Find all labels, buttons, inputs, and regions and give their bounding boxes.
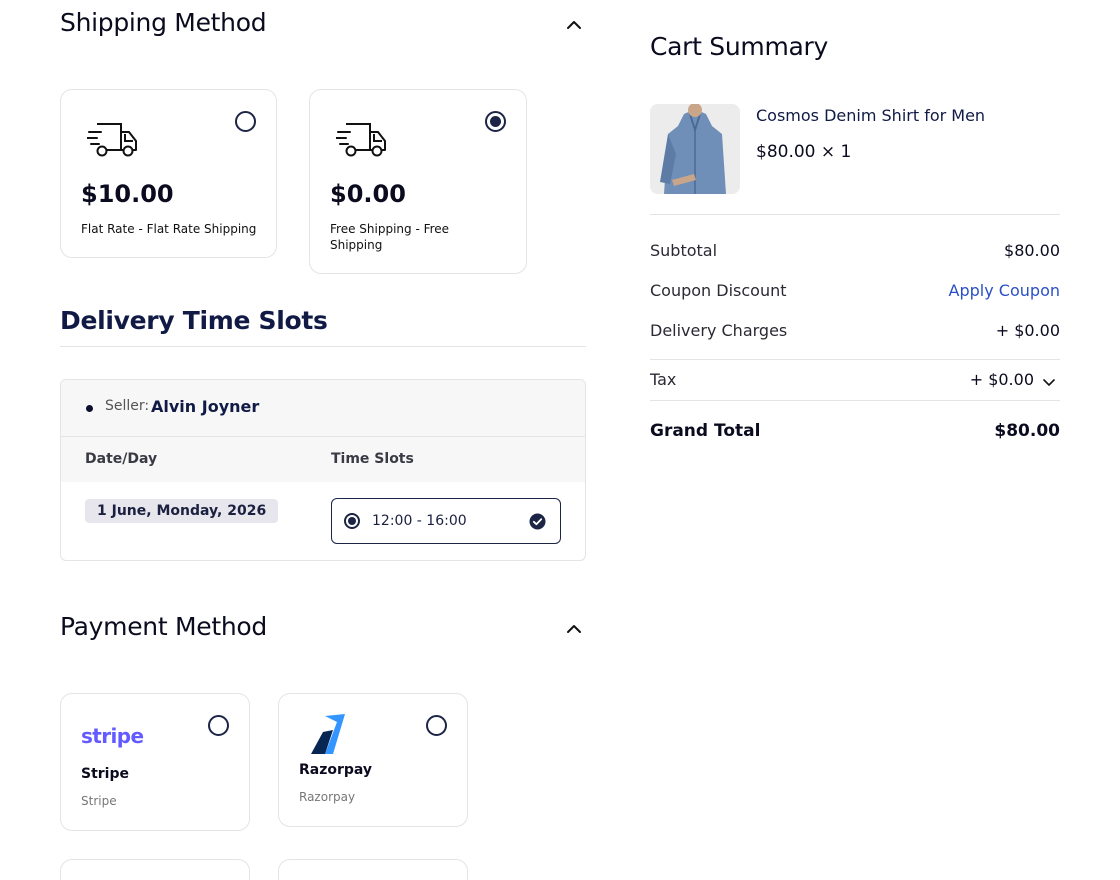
grand-total-label: Grand Total bbox=[650, 421, 761, 441]
chevron-down-icon[interactable] bbox=[1042, 374, 1056, 393]
chevron-up-icon[interactable] bbox=[562, 617, 586, 641]
time-slot-option[interactable]: 12:00 - 16:00 bbox=[331, 498, 561, 544]
shipping-option-flat-rate[interactable]: $10.00 Flat Rate - Flat Rate Shipping bbox=[60, 89, 277, 258]
subtotal-value: $80.00 bbox=[1004, 241, 1060, 260]
cart-summary-title: Cart Summary bbox=[650, 32, 829, 61]
slot-column-headers: Date/Day Time Slots bbox=[61, 437, 585, 482]
delivery-charges-value: + $0.00 bbox=[995, 321, 1060, 340]
shipping-label: Free Shipping - Free Shipping bbox=[330, 222, 450, 252]
divider bbox=[650, 400, 1060, 401]
check-circle-icon bbox=[529, 513, 546, 534]
product-image[interactable] bbox=[650, 104, 740, 194]
razorpay-logo bbox=[307, 714, 347, 760]
shipping-label: Flat Rate - Flat Rate Shipping bbox=[81, 222, 257, 236]
shipping-radio-selected[interactable] bbox=[485, 111, 506, 132]
seller-header: Seller: Alvin Joyner bbox=[61, 380, 585, 437]
shipping-method-title: Shipping Method bbox=[60, 8, 267, 37]
coupon-label: Coupon Discount bbox=[650, 281, 787, 300]
payment-option-stripe[interactable]: stripe Stripe Stripe bbox=[60, 693, 250, 831]
column-time-slots: Time Slots bbox=[331, 451, 414, 467]
date-chip: 1 June, Monday, 2026 bbox=[85, 499, 279, 523]
truck-icon bbox=[86, 120, 139, 164]
grand-total-value: $80.00 bbox=[994, 421, 1060, 441]
product-price-qty: $80.00 × 1 bbox=[756, 142, 852, 162]
tax-value: + $0.00 bbox=[969, 370, 1034, 389]
payment-option[interactable] bbox=[60, 859, 250, 880]
shipping-option-free[interactable]: $0.00 Free Shipping - Free Shipping bbox=[309, 89, 527, 274]
delivery-slots-table: Seller: Alvin Joyner Date/Day Time Slots… bbox=[60, 379, 586, 561]
apply-coupon-link[interactable]: Apply Coupon bbox=[949, 281, 1060, 300]
shipping-price: $0.00 bbox=[330, 180, 406, 208]
shipping-price: $10.00 bbox=[81, 180, 174, 208]
tax-label: Tax bbox=[650, 370, 677, 389]
column-date: Date/Day bbox=[85, 451, 158, 467]
divider bbox=[650, 214, 1060, 215]
payment-name: Stripe bbox=[81, 766, 129, 782]
payment-option-razorpay[interactable]: Razorpay Razorpay bbox=[278, 693, 468, 827]
time-slot-radio[interactable] bbox=[344, 513, 360, 529]
divider bbox=[60, 346, 586, 347]
payment-sub: Stripe bbox=[81, 794, 117, 808]
bullet-icon bbox=[86, 405, 93, 412]
product-name[interactable]: Cosmos Denim Shirt for Men bbox=[756, 106, 985, 125]
seller-name: Alvin Joyner bbox=[151, 397, 260, 416]
time-slot-label: 12:00 - 16:00 bbox=[372, 513, 467, 529]
stripe-logo: stripe bbox=[81, 724, 144, 748]
divider bbox=[650, 359, 1060, 360]
delivery-time-slots-title: Delivery Time Slots bbox=[60, 306, 328, 335]
delivery-charges-label: Delivery Charges bbox=[650, 321, 788, 340]
payment-name: Razorpay bbox=[299, 762, 373, 778]
payment-sub: Razorpay bbox=[299, 790, 356, 804]
payment-radio[interactable] bbox=[426, 715, 447, 736]
payment-option[interactable] bbox=[278, 859, 468, 880]
payment-method-title: Payment Method bbox=[60, 612, 267, 641]
truck-icon bbox=[335, 120, 388, 164]
subtotal-label: Subtotal bbox=[650, 241, 718, 260]
payment-radio[interactable] bbox=[208, 715, 229, 736]
seller-prefix: Seller: bbox=[105, 398, 150, 414]
chevron-up-icon[interactable] bbox=[562, 13, 586, 37]
shipping-radio[interactable] bbox=[235, 111, 256, 132]
